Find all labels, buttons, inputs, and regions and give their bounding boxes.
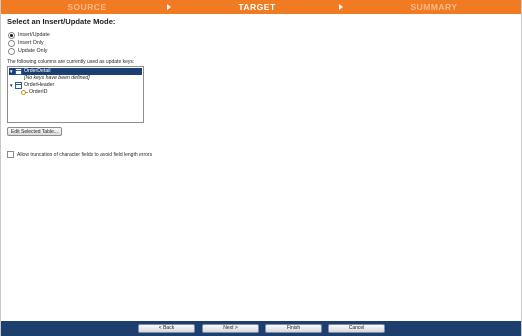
tree-item-label: OrderHeader	[24, 82, 55, 88]
tree-item-orderheader[interactable]: ▼ OrderHeader	[9, 82, 54, 89]
next-button[interactable]: Next >	[202, 324, 259, 333]
radio-button[interactable]	[8, 39, 15, 47]
wizard-step-bar: SOURCE TARGET SUMMARY	[1, 0, 521, 14]
step-arrow-icon	[167, 4, 171, 10]
tree-item-label: OrderDetail	[24, 68, 51, 74]
edit-selected-table-button[interactable]: Edit Selected Table...	[7, 127, 62, 136]
step-source: SOURCE	[67, 2, 107, 12]
radio-label: Insert Only	[18, 40, 44, 46]
tree-item-no-keys: [No keys have been defined]	[24, 75, 90, 82]
radio-insert-update[interactable]: Insert/Update	[8, 31, 50, 39]
table-icon	[15, 82, 22, 89]
update-keys-tree[interactable]: ▼ OrderDetail [No keys have been defined…	[7, 66, 144, 123]
cancel-button[interactable]: Cancel	[328, 324, 385, 333]
radio-label: Insert/Update	[18, 32, 50, 38]
tree-item-label: OrderID	[29, 89, 48, 95]
table-icon	[15, 68, 22, 75]
step-arrow-icon	[339, 4, 343, 10]
radio-insert-only[interactable]: Insert Only	[8, 39, 44, 47]
back-button[interactable]: < Back	[138, 324, 195, 333]
truncate-label: Allow truncation of character fields to …	[17, 151, 153, 158]
mode-heading: Select an Insert/Update Mode:	[7, 17, 116, 26]
truncate-checkbox[interactable]	[7, 151, 14, 158]
update-keys-label: The following columns are currently used…	[7, 59, 135, 65]
collapse-icon[interactable]: ▼	[9, 68, 14, 75]
radio-button-selected[interactable]	[8, 31, 15, 39]
tree-item-label: [No keys have been defined]	[24, 75, 90, 81]
wizard-window: SOURCE TARGET SUMMARY Select an Insert/U…	[0, 0, 522, 336]
truncate-option[interactable]: Allow truncation of character fields to …	[7, 151, 152, 158]
radio-label: Update Only	[18, 48, 48, 54]
step-summary: SUMMARY	[410, 2, 458, 12]
radio-button[interactable]	[8, 47, 15, 55]
radio-update-only[interactable]: Update Only	[8, 47, 47, 55]
tree-item-orderdetail[interactable]: ▼ OrderDetail	[9, 68, 142, 75]
step-target: TARGET	[238, 2, 276, 12]
finish-button[interactable]: Finish	[265, 324, 322, 333]
key-icon	[21, 90, 28, 95]
tree-item-orderid[interactable]: OrderID	[21, 89, 47, 96]
wizard-footer: < Back Next > Finish Cancel	[1, 321, 521, 336]
collapse-icon[interactable]: ▼	[9, 82, 14, 89]
